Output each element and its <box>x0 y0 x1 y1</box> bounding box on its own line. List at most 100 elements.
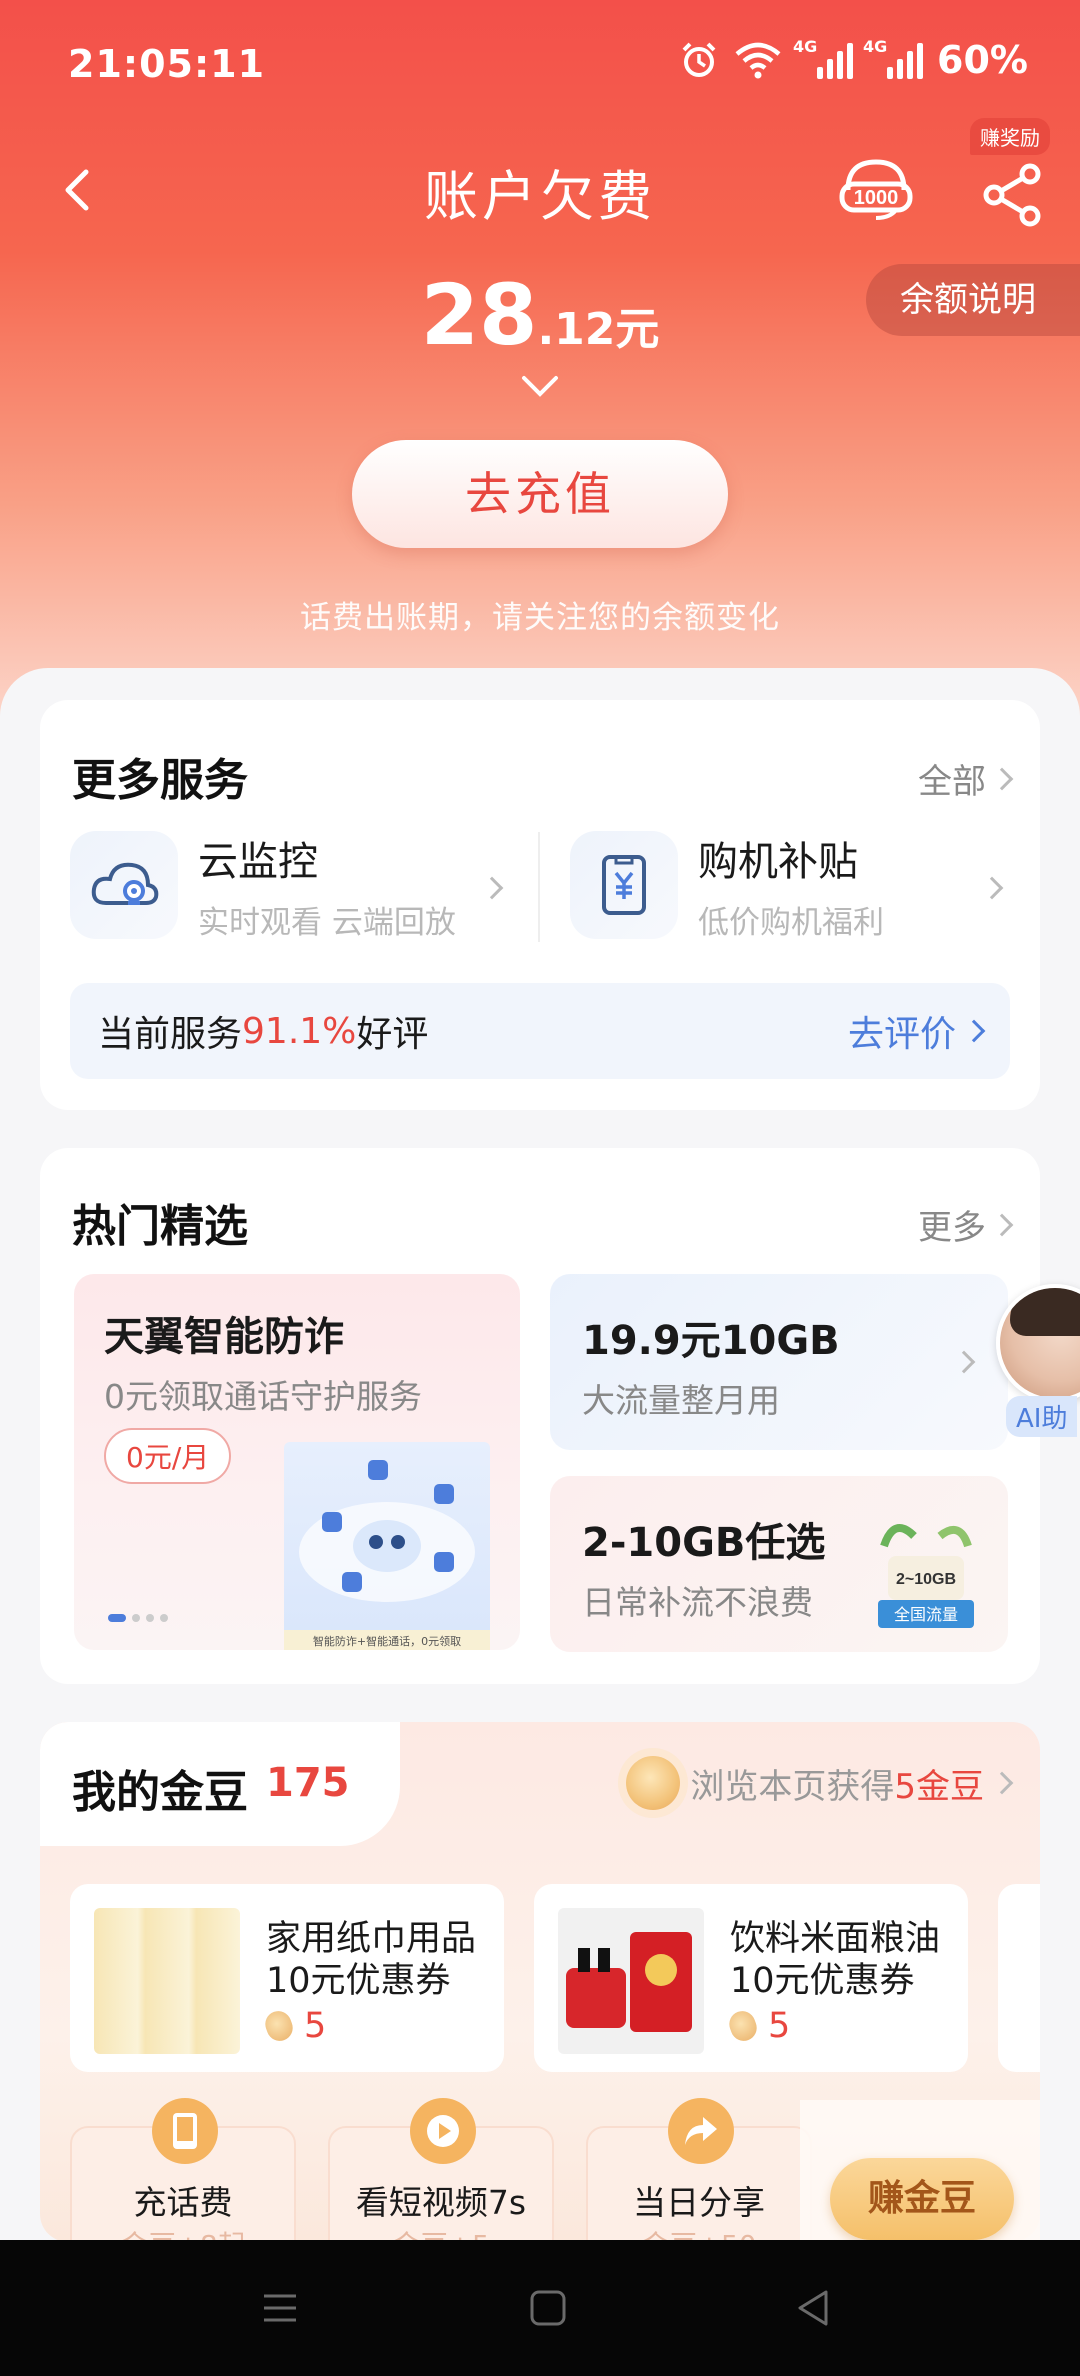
task-name: 当日分享 <box>633 2183 765 2222</box>
balance-integer: 28 <box>420 266 538 364</box>
anti-fraud-illustration <box>284 1442 490 1648</box>
tissue-product-image <box>94 1908 240 2054</box>
chevron-right-icon <box>990 767 1014 790</box>
network-type-1: 4G <box>793 37 818 56</box>
rate-link-label: 去评价 <box>847 1014 956 1055</box>
chevron-right-icon <box>990 1771 1014 1795</box>
page-title: 账户欠费 <box>424 165 656 228</box>
reward-badge[interactable]: 赚奖励 <box>970 118 1050 155</box>
service-sub: 低价购机福利 <box>698 904 884 941</box>
wifi-icon <box>735 42 781 79</box>
divider <box>538 832 540 942</box>
system-nav-bar <box>0 2240 1080 2376</box>
task-name: 充话费 <box>133 2183 233 2222</box>
coupon-price: 5 <box>725 2006 791 2046</box>
service-item-phone-subsidy[interactable]: 购机补贴 低价购机福利 <box>570 830 884 941</box>
hot-more-link[interactable]: 更多 <box>918 1200 1014 1249</box>
status-icons: 4G 4G 60% <box>679 37 1028 82</box>
share-arrow-icon <box>668 2098 734 2164</box>
services-all-link[interactable]: 全部 <box>918 754 1014 803</box>
coupon-next-peek[interactable] <box>998 1884 1040 2072</box>
groceries-product-image <box>558 1908 704 2054</box>
coupon-name: 家用纸巾用品 10元优惠券 <box>266 1918 476 2002</box>
chevron-right-icon <box>480 876 504 900</box>
hot-picks-card: 热门精选 更多 天翼智能防诈 0元领取通话守护服务 0元/月 智能防诈+智能通话… <box>40 1148 1040 1684</box>
chevron-right-icon <box>952 1350 976 1374</box>
section-title-beans: 我的金豆 <box>72 1767 248 1818</box>
promo-sub: 大流量整月用 <box>582 1381 780 1420</box>
task-recharge[interactable]: 充话费 金豆+8起 <box>70 2098 296 2242</box>
signal-icon: 4G <box>793 37 854 79</box>
phone-icon <box>152 2098 218 2164</box>
cloud-camera-icon <box>70 831 178 939</box>
price-pill: 0元/月 <box>104 1428 232 1484</box>
chevron-right-icon <box>962 1019 986 1043</box>
promo-anti-fraud[interactable]: 天翼智能防诈 0元领取通话守护服务 0元/月 智能防诈+智能通话，0元领取 <box>74 1274 520 1650</box>
hot-more-label: 更多 <box>918 1208 986 1248</box>
promo-sub: 日常补流不浪费 <box>582 1583 813 1622</box>
box-label: 2~10GB <box>896 1571 956 1588</box>
more-services-card: 更多服务 全部 云监控 实时观看 云端回放 购机补贴 低价购机福利 当前服务 91… <box>40 700 1040 1110</box>
phone-yuan-icon <box>570 831 678 939</box>
service-name: 云监控 <box>198 838 318 885</box>
section-title-services: 更多服务 <box>72 755 248 806</box>
earn-beans-button[interactable]: 赚金豆 <box>830 2158 1014 2240</box>
chevron-down-icon[interactable] <box>520 372 560 400</box>
svg-text:1000: 1000 <box>854 187 899 209</box>
data-box-icon: 2~10GB 全国流量 <box>878 1524 974 1628</box>
coupon-tissue[interactable]: 家用纸巾用品 10元优惠券 5 <box>70 1884 504 2072</box>
promo-title: 2-10GB任选 <box>582 1520 826 1566</box>
balance-decimal: .12元 <box>537 304 660 355</box>
rate-service-link[interactable]: 去评价 <box>847 1005 986 1057</box>
rating-suffix: 好评 <box>356 1014 429 1055</box>
home-icon[interactable] <box>526 2286 570 2330</box>
section-title-hot: 热门精选 <box>72 1201 248 1252</box>
status-time: 21:05:11 <box>68 42 266 86</box>
top-nav: 账户欠费 1000 <box>0 140 1080 240</box>
coupon-price-value: 5 <box>768 2006 791 2046</box>
promo-data-19-9[interactable]: 19.9元10GB 大流量整月用 <box>550 1274 1008 1450</box>
chevron-right-icon <box>980 876 1004 900</box>
coupon-price-value: 5 <box>304 2006 327 2046</box>
promo-sub: 0元领取通话守护服务 <box>104 1377 422 1416</box>
carousel-dots <box>108 1614 168 1622</box>
avatar <box>996 1284 1080 1402</box>
service-rating-bar: 当前服务 91.1% 好评 去评价 <box>70 983 1010 1079</box>
coupon-groceries[interactable]: 饮料米面粮油 10元优惠券 5 <box>534 1884 968 2072</box>
box-tag: 全国流量 <box>894 1605 958 1624</box>
signal-icon-2: 4G <box>863 37 924 79</box>
task-watch-video[interactable]: 看短视频7s 金豆+5 <box>328 2098 554 2242</box>
browse-prefix: 浏览本页获得 <box>690 1766 895 1807</box>
ai-assistant-button[interactable]: AI助 <box>990 1284 1080 1437</box>
services-all-label: 全部 <box>918 762 986 802</box>
promo-title: 19.9元10GB <box>582 1318 840 1364</box>
browse-reward-link[interactable]: 浏览本页获得 5金豆 <box>626 1756 1014 1810</box>
recharge-button[interactable]: 去充值 <box>352 440 728 548</box>
task-daily-share[interactable]: 当日分享 金豆+50 <box>586 2098 812 2242</box>
play-icon <box>410 2098 476 2164</box>
balance-info-button[interactable]: 余额说明 <box>866 264 1080 336</box>
coupon-name-line1: 饮料米面粮油 <box>730 1919 941 1959</box>
rating-value: 91.1% <box>242 1010 357 1052</box>
service-name: 购机补贴 <box>698 838 858 885</box>
network-type-2: 4G <box>863 37 888 56</box>
alarm-icon <box>682 42 716 77</box>
coupon-price: 5 <box>261 2006 327 2046</box>
chevron-right-icon <box>990 1213 1014 1236</box>
back-icon[interactable] <box>792 2286 836 2330</box>
menu-icon[interactable] <box>258 2286 302 2330</box>
bill-hint: 话费出账期，请关注您的余额变化 <box>300 600 780 636</box>
share-icon[interactable] <box>978 160 1048 230</box>
battery-level: 60% <box>937 38 1028 82</box>
service-item-cloud-monitor[interactable]: 云监控 实时观看 云端回放 <box>70 830 456 941</box>
customer-service-10000-icon[interactable]: 1000 <box>836 150 916 230</box>
status-bar: 21:05:11 4G 4G 60% <box>0 0 1080 130</box>
illustration-caption: 智能防诈+智能通话，0元领取 <box>284 1630 490 1650</box>
promo-title: 天翼智能防诈 <box>104 1314 344 1360</box>
beans-count: 175 <box>266 1760 350 1806</box>
ai-assistant-label: AI助 <box>1006 1396 1078 1437</box>
rating-prefix: 当前服务 <box>98 1014 243 1055</box>
promo-data-2-10gb[interactable]: 2-10GB任选 日常补流不浪费 2~10GB 全国流量 <box>550 1476 1008 1652</box>
browse-value: 5金豆 <box>894 1766 984 1807</box>
gold-bean-icon <box>261 2007 297 2045</box>
